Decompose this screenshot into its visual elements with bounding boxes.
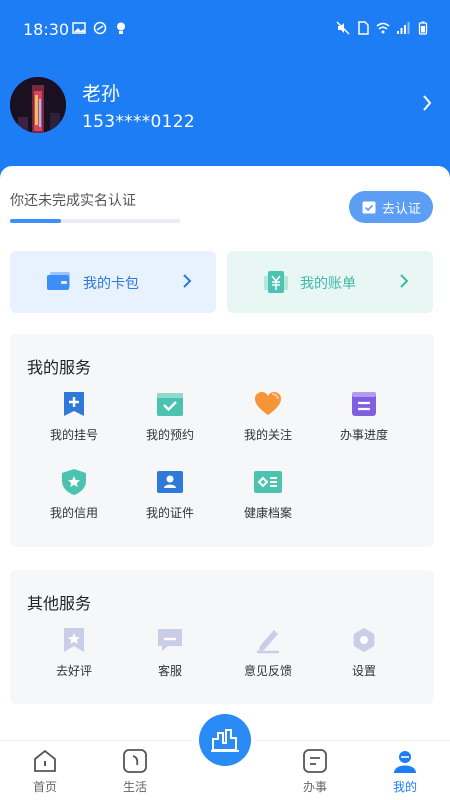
avatar[interactable]: [10, 77, 66, 133]
wifi-icon: [376, 22, 390, 34]
bill-card[interactable]: 我的账单: [227, 251, 433, 313]
register-icon: [64, 392, 84, 416]
bill-label: 我的账单: [300, 276, 356, 292]
status-left-icons: [72, 21, 128, 35]
service-item-id-card[interactable]: 我的证件: [122, 468, 218, 528]
phone-number: 153****0122: [82, 112, 196, 132]
other-label: 去好评: [55, 664, 92, 678]
verification-progress-fill: [10, 219, 61, 223]
tab-label: 办事: [302, 780, 327, 794]
wallet-card[interactable]: 我的卡包: [10, 251, 216, 313]
verification-progress-bar: [10, 219, 180, 223]
tasks-icon: [303, 749, 327, 773]
calendar-check-icon: [362, 201, 376, 214]
service-item-progress[interactable]: 办事进度: [316, 390, 412, 450]
signal-icon: [397, 22, 410, 34]
tab-life[interactable]: 生活: [95, 741, 175, 800]
tab-tasks[interactable]: 办事: [275, 741, 355, 800]
profile-icon: [394, 751, 416, 773]
service-label: 我的信用: [49, 506, 98, 520]
other-item-feedback[interactable]: 意见反馈: [220, 626, 316, 686]
chevron-right-icon: [183, 274, 192, 288]
profile-header[interactable]: 18:30 老孙 153****0122: [0, 0, 450, 180]
health-record-icon: [254, 471, 282, 493]
avatar-image: [10, 77, 66, 133]
progress-icon: [352, 392, 376, 416]
chevron-right-icon[interactable]: [422, 94, 432, 112]
bulb-icon: [117, 22, 125, 34]
city-skyline-icon: [211, 729, 239, 752]
service-label: 健康档案: [243, 506, 292, 520]
main-content: 你还未完成实名认证 去认证 我的卡包 我的账单 我的服务 我的挂号 我的预约 我…: [0, 166, 450, 744]
service-item-register[interactable]: 我的挂号: [26, 390, 122, 450]
verify-button[interactable]: 去认证: [349, 191, 433, 223]
service-label: 我的关注: [243, 428, 292, 442]
service-item-credit[interactable]: 我的信用: [26, 468, 122, 528]
status-bar: 18:30: [0, 0, 450, 58]
status-right-icons: [336, 21, 430, 35]
gallery-icon: [72, 22, 86, 34]
service-item-health-record[interactable]: 健康档案: [220, 468, 316, 528]
other-item-customer-service[interactable]: 客服: [122, 626, 218, 686]
tab-label: 首页: [32, 780, 57, 794]
sync-icon: [93, 21, 107, 35]
home-icon: [34, 749, 56, 772]
other-label: 客服: [157, 664, 182, 678]
battery-icon: [418, 21, 428, 35]
verify-button-label: 去认证: [381, 201, 421, 217]
life-icon: [123, 749, 147, 773]
customer-service-icon: [158, 629, 182, 651]
center-action-button[interactable]: [199, 714, 251, 766]
service-label: 办事进度: [339, 428, 388, 442]
other-services-section: 其他服务 去好评 客服 意见反馈 设置: [10, 570, 434, 704]
service-item-follow[interactable]: 我的关注: [220, 390, 316, 450]
status-time: 18:30: [23, 20, 70, 39]
feedback-pen-icon: [257, 630, 279, 654]
other-item-settings[interactable]: 设置: [316, 626, 412, 686]
other-label: 意见反馈: [243, 664, 292, 678]
credit-shield-icon: [62, 469, 86, 495]
heart-icon: [255, 392, 281, 415]
settings-icon: [353, 628, 375, 652]
username: 老孙: [82, 83, 121, 105]
tab-label: 生活: [122, 780, 147, 794]
section-title: 我的服务: [27, 358, 92, 377]
verification-prompt: 你还未完成实名认证: [10, 193, 136, 209]
service-label: 我的证件: [145, 506, 194, 520]
chevron-right-icon: [400, 274, 409, 288]
id-card-icon: [157, 471, 183, 493]
tab-label: 我的: [392, 780, 417, 794]
other-item-rating[interactable]: 去好评: [26, 626, 122, 686]
rating-ribbon-icon: [64, 628, 84, 652]
tab-profile[interactable]: 我的: [365, 741, 445, 800]
section-title: 其他服务: [27, 594, 92, 613]
service-item-appointment[interactable]: 我的预约: [122, 390, 218, 450]
wallet-label: 我的卡包: [83, 276, 139, 292]
service-label: 我的预约: [145, 428, 194, 442]
appointment-icon: [157, 393, 183, 416]
tab-home[interactable]: 首页: [5, 741, 85, 800]
bill-icon: [264, 271, 288, 293]
other-label: 设置: [351, 664, 376, 678]
my-services-section: 我的服务 我的挂号 我的预约 我的关注 办事进度 我的信用 我的证件 健康档案: [10, 334, 434, 547]
mute-icon: [336, 21, 350, 35]
service-label: 我的挂号: [49, 428, 98, 442]
wallet-icon: [47, 272, 70, 290]
sim-icon: [358, 21, 369, 35]
